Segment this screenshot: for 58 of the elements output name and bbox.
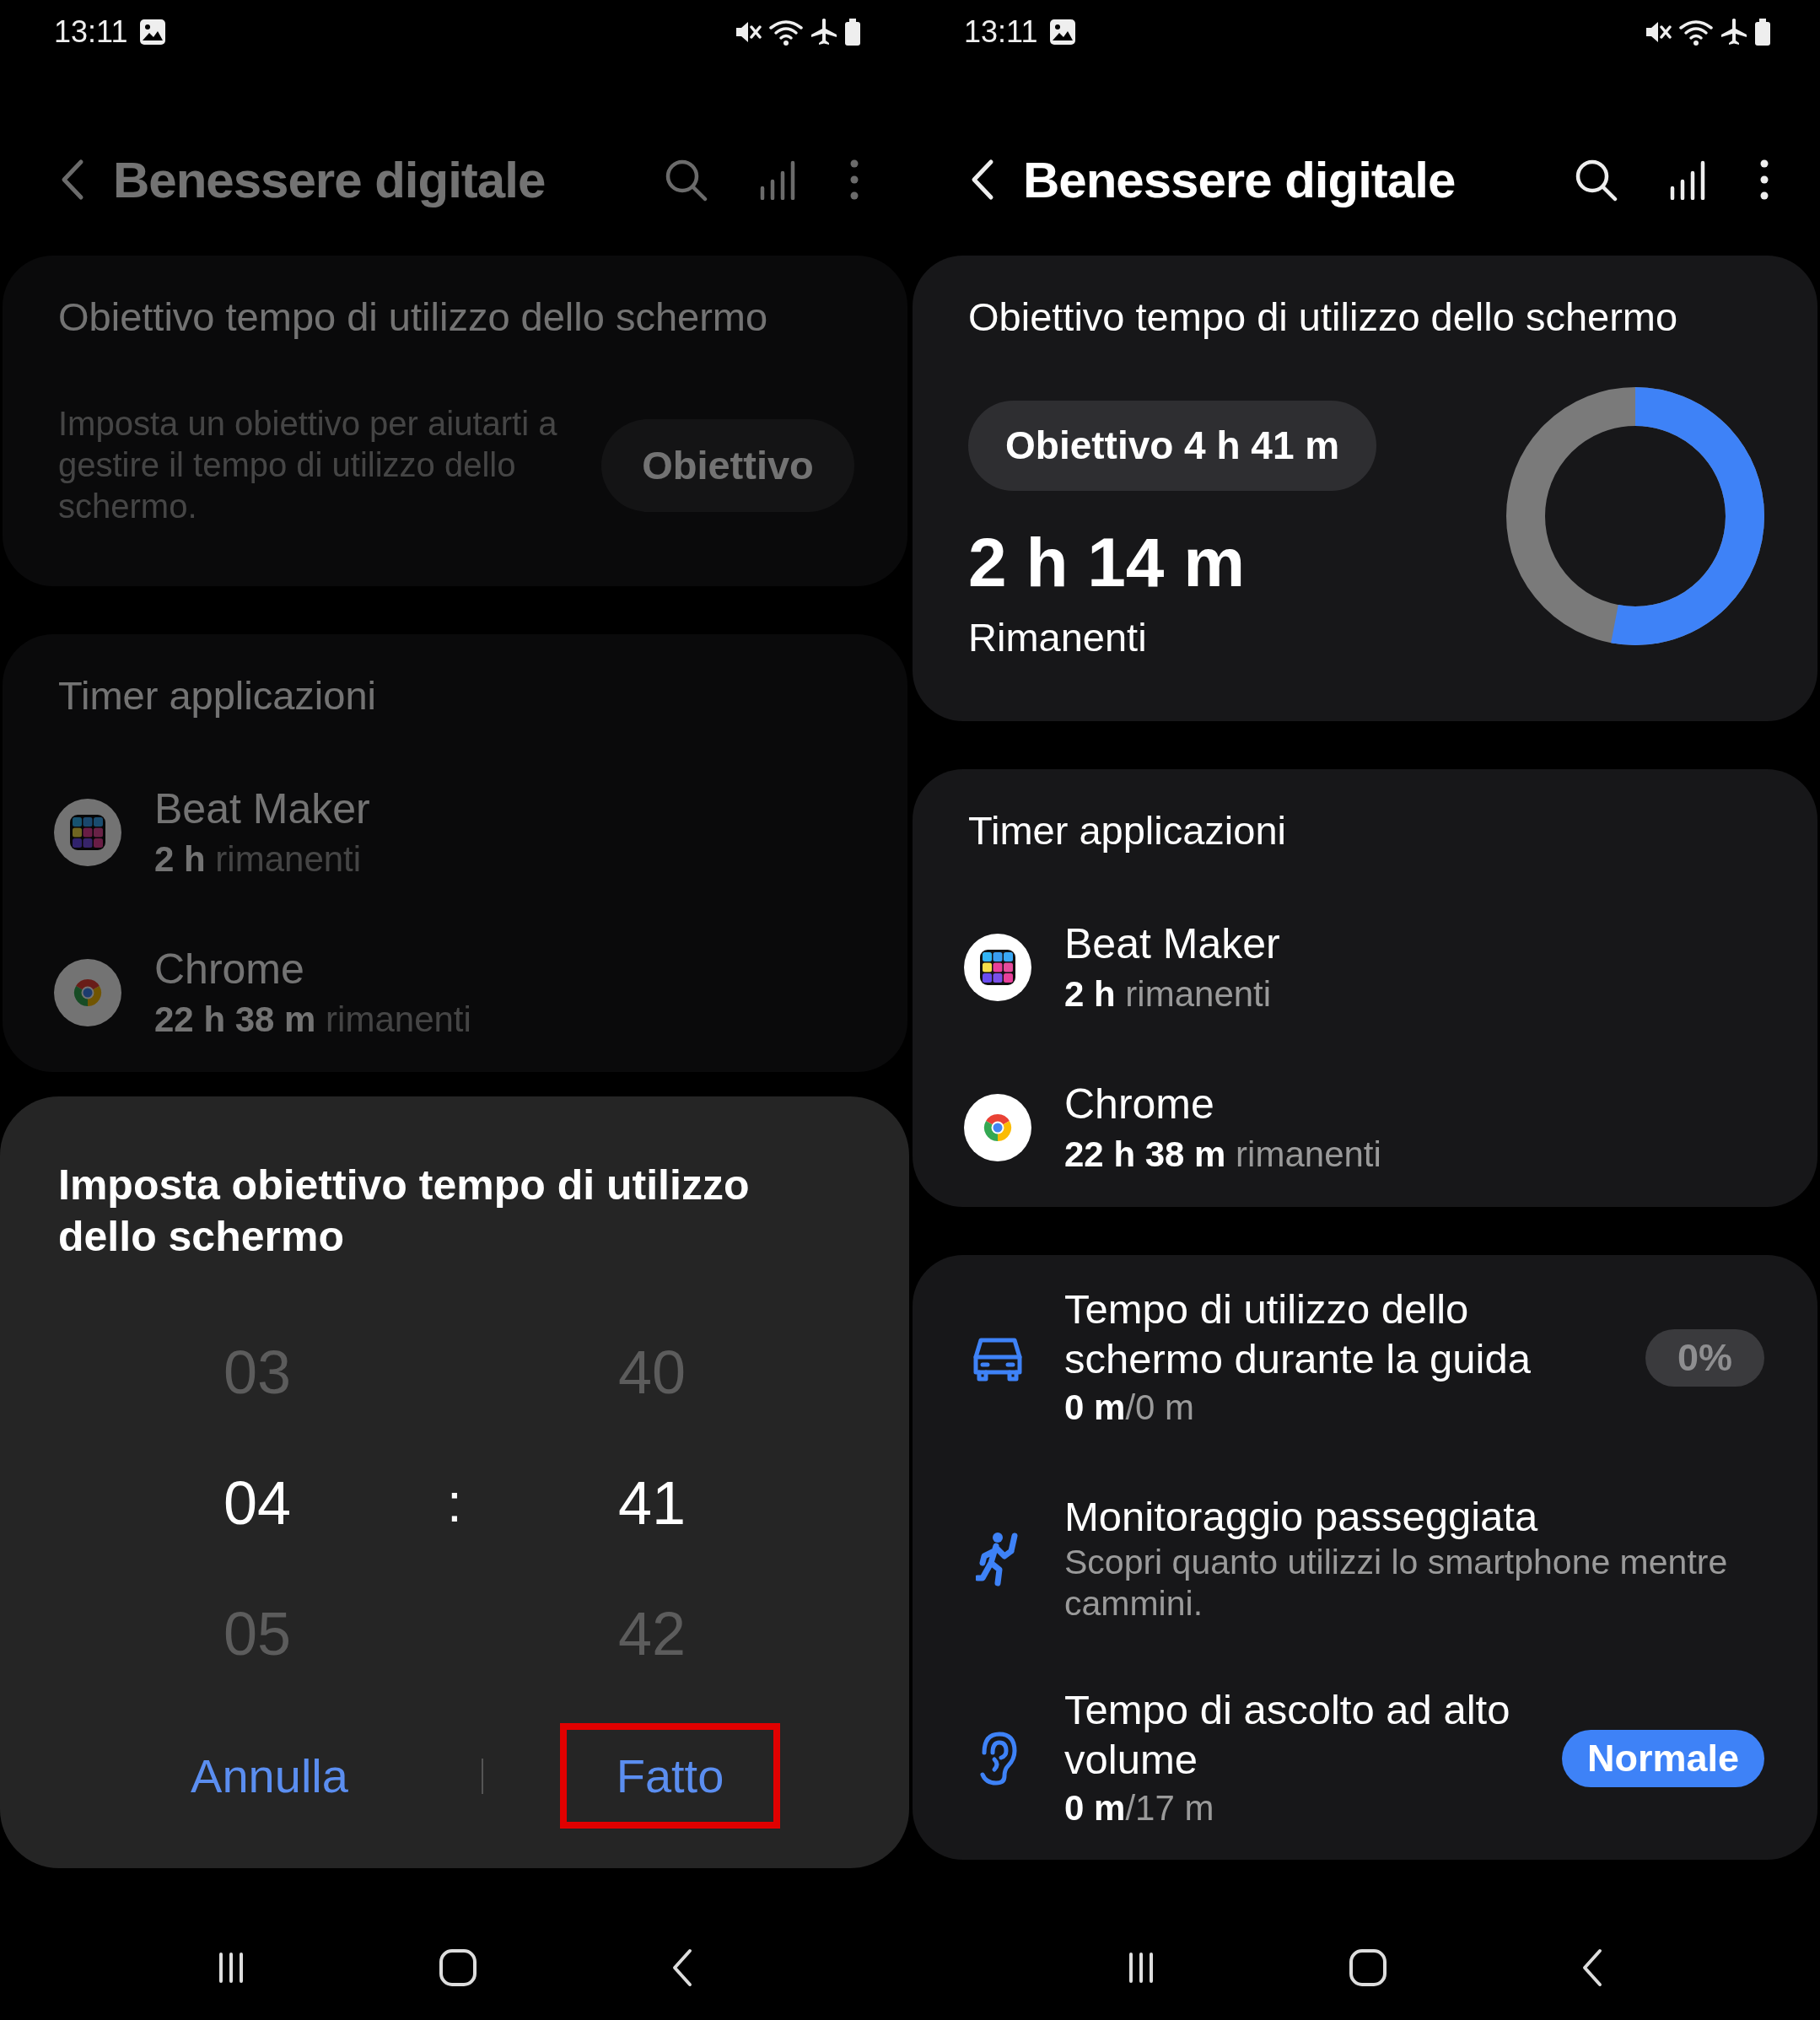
feature-title[interactable]: Tempo di ascolto ad alto volume: [1064, 1685, 1542, 1785]
remaining-time: 2 h 14 m: [968, 523, 1247, 602]
remaining-label: Rimanenti: [968, 614, 1148, 661]
goal-chip[interactable]: Obiettivo 4 h 41 m: [968, 401, 1377, 491]
picker-value[interactable]: 41: [617, 1468, 687, 1538]
app-icon: [54, 799, 121, 866]
page-title: Benessere digitale: [113, 150, 546, 209]
usage-time: 0 m/17 m: [1064, 1787, 1215, 1829]
walking-person-icon: [976, 1530, 1020, 1586]
image-icon: [139, 18, 167, 46]
recent-apps-icon[interactable]: [1127, 1950, 1155, 1985]
goal-card[interactable]: Obiettivo tempo di utilizzo dello schermo Imposta un obiettivo per aiutarti a gestire il tempo di utilizzo dello schermo. Obiettivo: [3, 256, 907, 586]
image-icon: [1049, 18, 1077, 46]
timer-card[interactable]: Timer applicazioni Beat Maker 2 h rimanenti Chrome 22 h 38 m rimanenti: [3, 634, 907, 1072]
app-name: Chrome: [1064, 1080, 1215, 1129]
card-title: Obiettivo tempo di utilizzo dello schermo: [968, 294, 1679, 341]
chrome-icon: [54, 959, 121, 1026]
feature-description: Scopri quanto utilizzi lo smartphone mentre cammini.: [1064, 1542, 1729, 1624]
battery-icon: [1754, 17, 1771, 46]
remaining-time: 22 h 38 m rimanenti: [154, 999, 471, 1041]
home-icon[interactable]: [438, 1947, 477, 1987]
battery-icon: [844, 17, 861, 46]
card-title: Obiettivo tempo di utilizzo dello schermo: [58, 294, 769, 341]
app-icon: [964, 934, 1031, 1001]
airplane-icon: [810, 17, 837, 46]
status-badge: Normale: [1561, 1730, 1764, 1787]
timer-card[interactable]: Timer applicazioni Beat Maker 2 h rimanenti Chrome 22 h 38 m rimanenti: [913, 769, 1817, 1207]
time-separator: :: [447, 1471, 462, 1534]
status-time: 13:11: [54, 13, 128, 50]
remaining-time: 22 h 38 m rimanenti: [1064, 1134, 1381, 1176]
card-title: Timer applicazioni: [968, 807, 1287, 854]
home-icon[interactable]: [1348, 1947, 1387, 1987]
status-badge: 0%: [1645, 1329, 1764, 1387]
card-title: Timer applicazioni: [58, 672, 377, 719]
more-icon[interactable]: [1759, 159, 1769, 201]
dialog-button[interactable]: Annulla: [159, 1723, 380, 1829]
recent-apps-icon[interactable]: [217, 1950, 245, 1985]
page-title: Benessere digitale: [1023, 150, 1456, 209]
goal-button[interactable]: Obiettivo: [601, 418, 854, 512]
airplane-icon: [1720, 17, 1747, 46]
remaining-time: 2 h rimanenti: [154, 838, 363, 881]
feature-title[interactable]: Tempo di utilizzo dello schermo durante la guida: [1064, 1285, 1625, 1384]
usage-time: 0 m/0 m: [1064, 1387, 1196, 1429]
status-time: 13:11: [964, 13, 1038, 50]
feature-title[interactable]: Monitoraggio passeggiata: [1064, 1492, 1764, 1542]
app-name: Chrome: [154, 945, 305, 994]
picker-value[interactable]: 04: [223, 1468, 292, 1538]
remaining-time: 2 h rimanenti: [1064, 973, 1273, 1015]
back-icon[interactable]: [670, 1947, 693, 1987]
goal-card[interactable]: Obiettivo tempo di utilizzo dello schermo Obiettivo 4 h 41 m 2 h 14 m Rimanenti: [913, 256, 1817, 721]
search-icon[interactable]: [1574, 158, 1618, 202]
app-name: Beat Maker: [154, 784, 370, 834]
app-name: Beat Maker: [1064, 919, 1280, 969]
card-description: Imposta un obiettivo per aiutarti a gestire il tempo di utilizzo dello schermo.: [58, 404, 558, 526]
chrome-icon: [964, 1094, 1031, 1161]
back-icon[interactable]: [1580, 1947, 1603, 1987]
dialog-title: Imposta obiettivo tempo di utilizzo dello schermo: [58, 1161, 751, 1262]
highlighted-button[interactable]: Fatto: [560, 1723, 780, 1829]
